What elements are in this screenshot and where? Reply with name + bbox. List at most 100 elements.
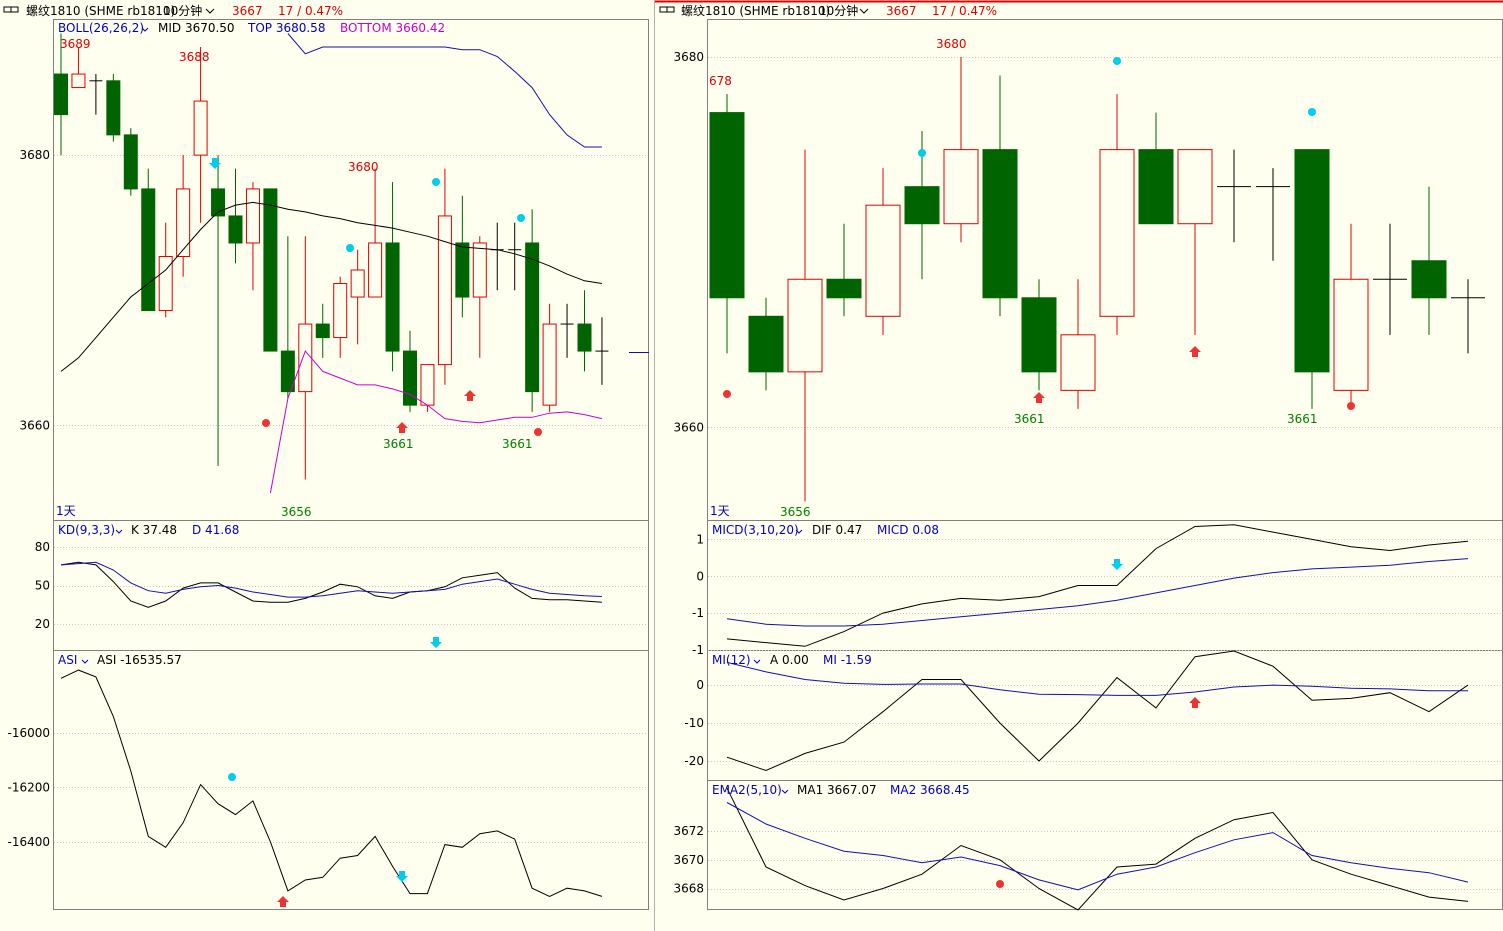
candle-body bbox=[54, 73, 68, 116]
y-tick-label: -10 bbox=[684, 716, 704, 730]
right-period-select[interactable]: 10分钟 bbox=[819, 3, 858, 18]
right-last-price: 3667 bbox=[886, 4, 917, 18]
right-header: 螺纹1810 (SHME rb1810) 10分钟 3667 17 / 0.47… bbox=[659, 3, 997, 18]
candle-body bbox=[865, 204, 901, 317]
boll-mid-label: MID 3670.50 bbox=[158, 21, 235, 35]
price-label: 3661 bbox=[1014, 412, 1045, 426]
red-dot-icon bbox=[723, 390, 731, 398]
cyan-dot-icon bbox=[346, 244, 354, 252]
chevron-down-icon[interactable] bbox=[753, 659, 761, 664]
candle-body bbox=[787, 278, 823, 373]
micd-indicator-select[interactable]: MICD(3,10,20) bbox=[712, 523, 799, 537]
red-dot-icon bbox=[996, 880, 1004, 888]
micd-line bbox=[726, 558, 1469, 627]
micd-dif-label: DIF 0.47 bbox=[812, 523, 862, 537]
chart-canvas: 3680 3660 80 50 20 -16000 -16200 -16400 3680 3660… bbox=[3, 0, 1503, 931]
price-label: 3656 bbox=[780, 505, 811, 519]
price-label: 3661 bbox=[383, 437, 414, 451]
candle-body bbox=[1333, 278, 1369, 391]
left-period-select[interactable]: 10分钟 bbox=[163, 3, 202, 18]
candle-body bbox=[1138, 149, 1174, 225]
down-arrow-icon bbox=[396, 871, 408, 882]
left-change: 17 / 0.47% bbox=[278, 4, 343, 18]
mi-indicator-select[interactable]: MI(12) bbox=[712, 653, 751, 667]
chevron-down-icon[interactable] bbox=[115, 529, 123, 534]
candle-body bbox=[943, 149, 979, 225]
ema2-ma2-label: MA2 3668.45 bbox=[890, 783, 970, 797]
asi-line bbox=[60, 669, 603, 897]
asi-indicator-select[interactable]: ASI bbox=[58, 653, 77, 667]
boll-top-label: TOP 3680.58 bbox=[247, 21, 325, 35]
y-tick-label: 3680 bbox=[19, 148, 50, 162]
candle-body bbox=[315, 323, 330, 339]
ema2-ma1-label: MA1 3667.07 bbox=[797, 783, 877, 797]
price-label: 3688 bbox=[179, 50, 210, 64]
down-arrow-icon bbox=[209, 158, 221, 169]
candle-body bbox=[904, 186, 940, 225]
y-tick-label: 80 bbox=[35, 540, 50, 554]
left-last-price: 3667 bbox=[232, 4, 263, 18]
mi-a-label: A 0.00 bbox=[770, 653, 809, 667]
left-asi-legend: ASI ASI -16535.57 bbox=[58, 653, 182, 667]
y-tick-label: 3680 bbox=[673, 50, 704, 64]
left-frame bbox=[53, 19, 649, 910]
price-label: 3680 bbox=[348, 160, 379, 174]
y-tick-label: -16000 bbox=[7, 726, 50, 740]
kd-d-label: D 41.68 bbox=[192, 523, 239, 537]
asi-value-label: ASI -16535.57 bbox=[97, 653, 182, 667]
candle-body bbox=[525, 242, 540, 393]
up-arrow-icon bbox=[464, 390, 476, 401]
right-micd-legend: MICD(3,10,20) DIF 0.47 MICD 0.08 bbox=[712, 523, 939, 537]
boll-indicator-select[interactable]: BOLL(26,26,2) bbox=[58, 21, 144, 35]
right-ema2-legend: EMA2(5,10) MA1 3667.07 MA2 3668.45 bbox=[712, 783, 970, 797]
y-tick-label: 0 bbox=[696, 569, 704, 583]
candle-body bbox=[193, 100, 208, 156]
candle-body bbox=[176, 188, 191, 257]
boll-top-line bbox=[287, 33, 602, 148]
y-tick-label: 3660 bbox=[19, 418, 50, 432]
cyan-dot-icon bbox=[517, 214, 525, 222]
price-label: 3656 bbox=[281, 505, 312, 519]
down-arrow-icon bbox=[1111, 559, 1123, 570]
candle-body bbox=[455, 242, 470, 298]
up-arrow-icon bbox=[277, 896, 289, 907]
mi-value-label: MI -1.59 bbox=[823, 653, 872, 667]
ema2-indicator-select[interactable]: EMA2(5,10) bbox=[712, 783, 782, 797]
micd-dif-line bbox=[726, 524, 1469, 647]
chevron-down-icon[interactable] bbox=[859, 8, 869, 14]
ema2-ma2-line bbox=[726, 802, 1469, 891]
y-tick-label: 0 bbox=[696, 678, 704, 692]
candle-body bbox=[1294, 149, 1330, 373]
cyan-dot-icon bbox=[228, 773, 236, 781]
chevron-down-icon[interactable] bbox=[781, 789, 789, 794]
chart-marks bbox=[54, 33, 1485, 911]
candle-body bbox=[228, 215, 243, 244]
candle-body bbox=[826, 278, 862, 299]
kd-k-line bbox=[60, 561, 602, 608]
right-mi-legend: MI(12) A 0.00 MI -1.59 bbox=[712, 653, 872, 667]
link-icon[interactable] bbox=[3, 6, 19, 13]
mi-line bbox=[726, 661, 1468, 696]
price-label: 3680 bbox=[936, 37, 967, 51]
kd-indicator-select[interactable]: KD(9,3,3) bbox=[58, 523, 115, 537]
chevron-down-icon[interactable] bbox=[205, 8, 215, 14]
candle-body bbox=[1411, 260, 1447, 299]
y-tick-label: 50 bbox=[35, 579, 50, 593]
y-tick-label: 3668 bbox=[673, 882, 704, 896]
candle-body bbox=[245, 188, 260, 244]
up-arrow-icon bbox=[1189, 346, 1201, 357]
y-tick-label: -1 bbox=[692, 643, 704, 657]
y-tick-label: -16200 bbox=[7, 780, 50, 794]
price-label: 3661 bbox=[502, 437, 533, 451]
right-instrument: 螺纹1810 (SHME rb1810) bbox=[681, 4, 830, 18]
link-icon[interactable] bbox=[659, 6, 675, 13]
candle-body bbox=[333, 283, 348, 339]
chevron-down-icon[interactable] bbox=[81, 659, 89, 664]
cyan-dot-icon bbox=[1308, 108, 1316, 116]
candle-body bbox=[709, 112, 745, 299]
y-tick-label: -1 bbox=[692, 606, 704, 620]
red-dot-icon bbox=[262, 419, 270, 427]
candle-body bbox=[1021, 297, 1057, 373]
red-dot-icon bbox=[534, 428, 542, 436]
red-dot-icon bbox=[1347, 402, 1355, 410]
